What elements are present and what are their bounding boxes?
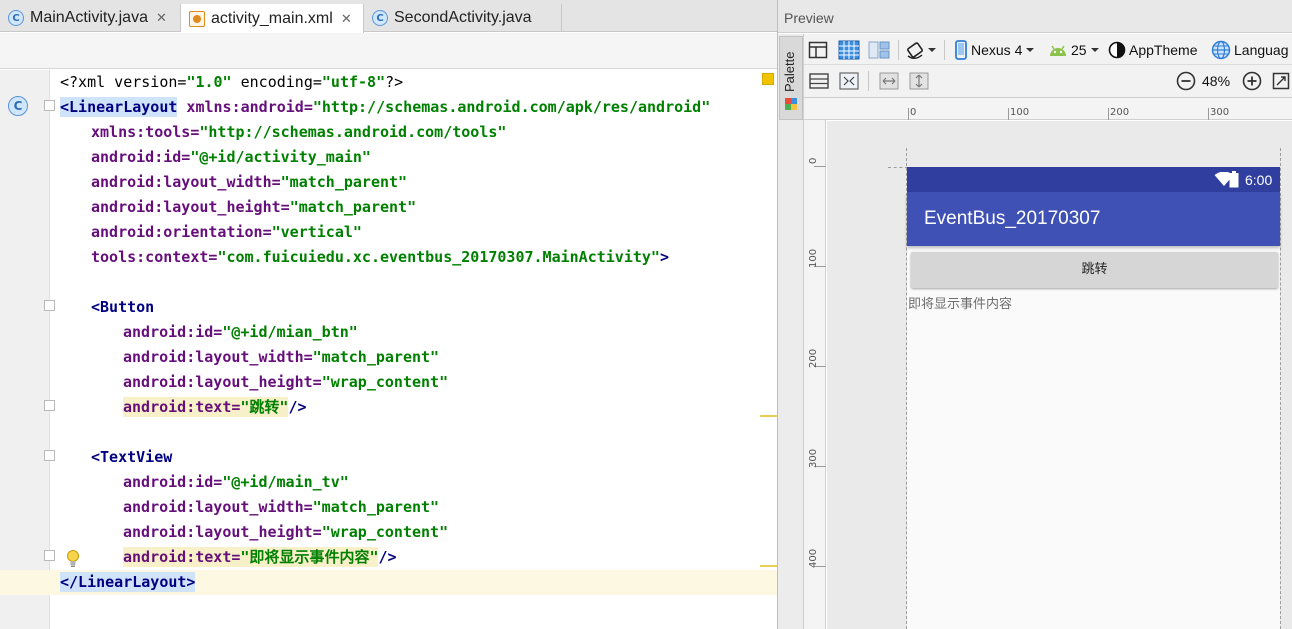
code-line-current: </LinearLayout> <box>0 570 777 595</box>
ruler-label: 400 <box>808 548 819 568</box>
code-line: tools:context="com.fuicuiedu.xc.eventbus… <box>91 248 669 266</box>
code-line: xmlns:tools="http://schemas.android.com/… <box>91 123 507 141</box>
theme-selector[interactable]: AppTheme <box>1108 38 1197 62</box>
app-title: EventBus_20170307 <box>924 208 1101 229</box>
ruler-label: 200 <box>1110 107 1130 118</box>
zoom-in-icon[interactable] <box>1242 69 1262 93</box>
close-tab-icon[interactable]: ✕ <box>156 10 167 26</box>
expand-height-icon[interactable] <box>908 69 930 93</box>
ruler-label: 100 <box>808 248 819 268</box>
tab-secondactivity-java[interactable]: C SecondActivity.java <box>364 4 562 32</box>
ruler-label: 300 <box>1210 107 1230 118</box>
tab-activity-main-xml[interactable]: activity_main.xml ✕ <box>181 4 364 33</box>
api-level-selector[interactable]: 25 <box>1048 38 1100 62</box>
warning-mark[interactable] <box>760 565 777 567</box>
code-line: android:id="@+id/main_tv" <box>123 473 349 491</box>
design-view-icon[interactable] <box>808 38 828 62</box>
language-selector[interactable]: Languag <box>1211 38 1289 62</box>
battery-icon <box>1229 171 1239 188</box>
close-tab-icon[interactable]: ✕ <box>341 11 352 27</box>
app-title-bar: EventBus_20170307 <box>907 192 1280 246</box>
code-line: android:layout_height="wrap_content" <box>123 523 449 541</box>
status-bar: 6:00 <box>907 167 1280 192</box>
guide-line <box>1280 148 1281 629</box>
code-line: <Button <box>91 298 155 316</box>
warning-mark[interactable] <box>760 415 777 417</box>
tab-label: SecondActivity.java <box>394 9 532 26</box>
code-line: <LinearLayout xmlns:android="http://sche… <box>60 97 711 117</box>
vertical-ruler: 0 100 200 300 400 <box>804 120 826 629</box>
device-selector[interactable]: Nexus 4 <box>954 38 1035 62</box>
code-line: <TextView <box>91 448 173 466</box>
code-line: android:layout_height="wrap_content" <box>123 373 449 391</box>
blueprint-view-icon[interactable] <box>838 38 860 62</box>
editor-gutter <box>0 70 50 629</box>
split-view-icon[interactable] <box>868 38 890 62</box>
code-line: <?xml version="1.0" encoding="utf-8"?> <box>60 73 404 91</box>
tab-label: MainActivity.java <box>30 9 148 26</box>
guide-line <box>888 167 908 168</box>
zoom-level: 48% <box>1202 73 1231 89</box>
ruler-label: 100 <box>1010 107 1030 118</box>
editor-error-stripe <box>760 70 777 629</box>
show-layout-decorations-icon[interactable] <box>808 69 830 93</box>
preview-toolbar-top: Nexus 4 25 AppTheme Languag <box>804 34 1292 65</box>
zoom-out-icon[interactable] <box>1176 69 1196 93</box>
code-line: android:text="跳转"/> <box>123 397 307 417</box>
code-line: android:text="即将显示事件内容"/> <box>123 547 397 567</box>
editor-tab-bar: C MainActivity.java ✕ activity_main.xml … <box>0 0 777 33</box>
java-class-icon: C <box>8 10 24 26</box>
code-line: android:layout_width="match_parent" <box>123 498 440 516</box>
device-screen[interactable]: 6:00 EventBus_20170307 跳转 即将显示事件内容 <box>907 167 1280 629</box>
palette-icon <box>784 96 798 110</box>
ruler-label: 200 <box>808 348 819 368</box>
status-time: 6:00 <box>1245 172 1273 188</box>
preview-toolbar-bottom: 48% <box>804 65 1292 98</box>
palette-label: Palette <box>782 51 797 92</box>
tab-label: activity_main.xml <box>211 9 333 27</box>
orientation-icon[interactable] <box>905 38 937 62</box>
breadcrumb-bar <box>0 33 777 69</box>
preview-title: Preview <box>778 0 1292 33</box>
ruler-label: 0 <box>808 157 819 164</box>
xml-layout-icon <box>189 10 205 27</box>
inspection-status-icon[interactable] <box>762 73 774 85</box>
palette-strip <box>778 34 804 629</box>
code-line: android:id="@+id/activity_main" <box>91 148 371 166</box>
zoom-to-fit-icon[interactable] <box>1272 69 1290 93</box>
class-marker-icon[interactable]: C <box>8 96 28 116</box>
xml-code-editor[interactable]: <?xml version="1.0" encoding="utf-8"?> <… <box>0 70 777 629</box>
horizontal-ruler: 0 100 200 300 <box>804 98 1292 120</box>
java-class-icon: C <box>372 10 388 26</box>
preview-button-jump[interactable]: 跳转 <box>911 252 1278 288</box>
code-line: android:layout_width="match_parent" <box>123 348 440 366</box>
tab-mainactivity-java[interactable]: C MainActivity.java ✕ <box>0 4 181 32</box>
ruler-label: 0 <box>910 107 917 118</box>
expand-width-icon[interactable] <box>878 69 900 93</box>
preview-textview[interactable]: 即将显示事件内容 <box>908 293 1012 312</box>
code-line: android:layout_height="match_parent" <box>91 198 417 216</box>
code-line: android:id="@+id/mian_btn" <box>123 323 358 341</box>
ruler-label: 300 <box>808 448 819 468</box>
code-line: android:layout_width="match_parent" <box>91 173 408 191</box>
code-line: android:orientation="vertical" <box>91 223 362 241</box>
toggle-outline-icon[interactable] <box>838 69 860 93</box>
